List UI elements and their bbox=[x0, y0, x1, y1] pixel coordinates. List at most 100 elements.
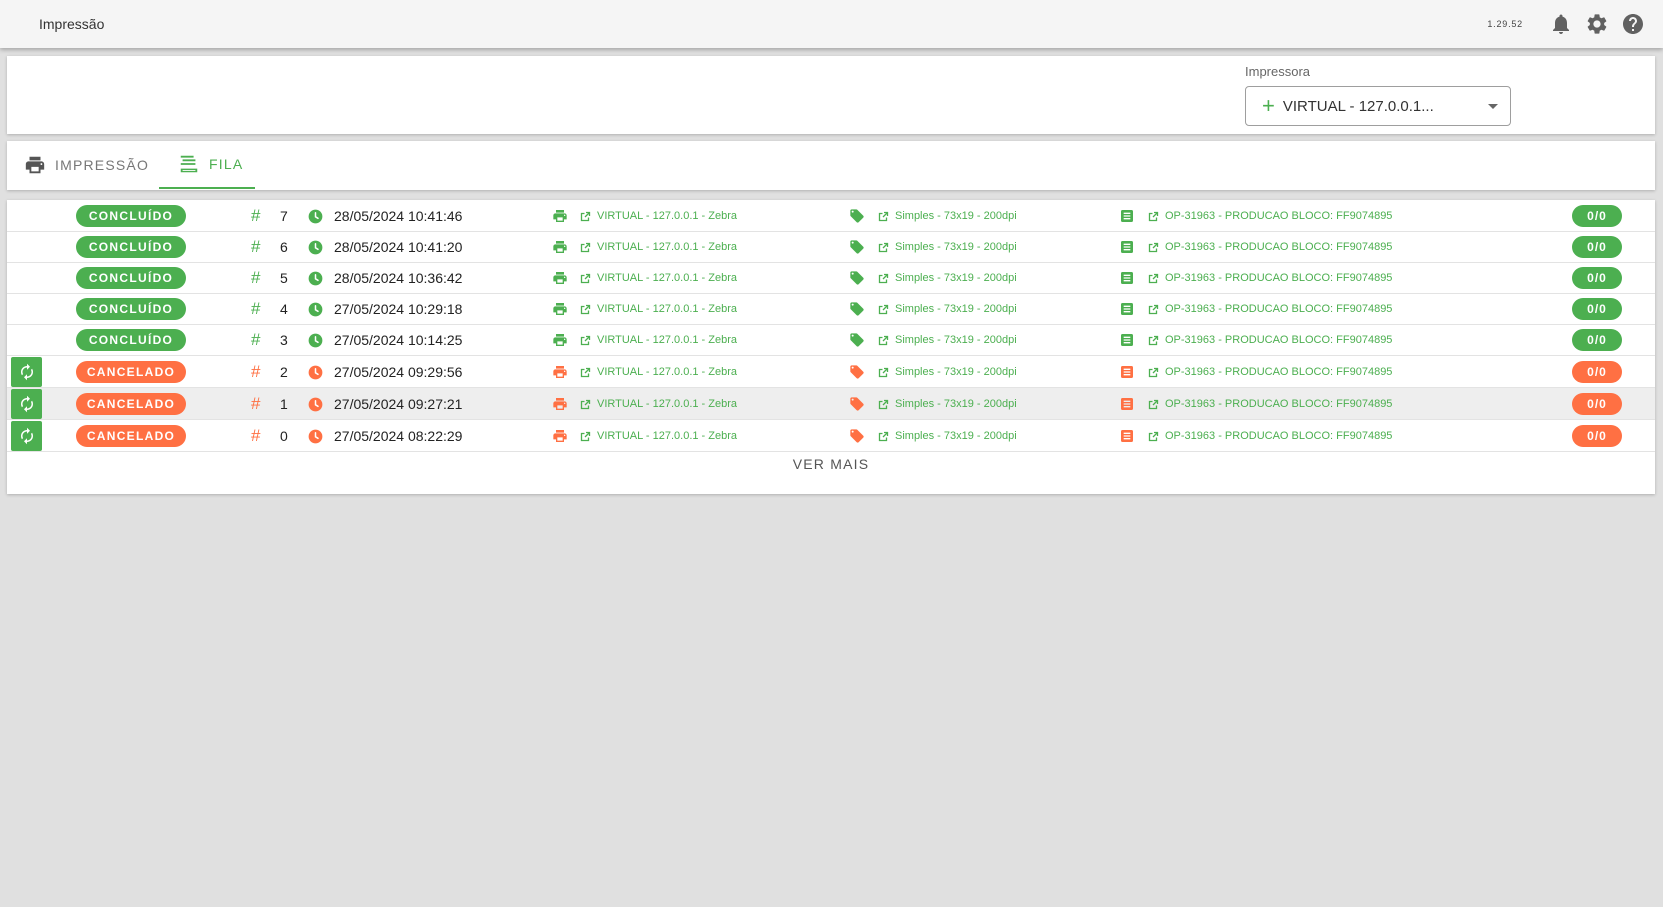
job-number: 5 bbox=[280, 270, 288, 286]
document-link[interactable]: OP-31963 - PRODUCAO BLOCO: FF9074895 bbox=[1165, 430, 1392, 442]
label-template-link[interactable]: Simples - 73x19 - 200dpi bbox=[895, 366, 1017, 378]
printer-link[interactable]: VIRTUAL - 127.0.0.1 - Zebra bbox=[597, 366, 737, 378]
job-datetime: 27/05/2024 08:22:29 bbox=[334, 428, 463, 444]
print-counter: 0/0 bbox=[1572, 425, 1622, 447]
label-template-link[interactable]: Simples - 73x19 - 200dpi bbox=[895, 210, 1017, 222]
label-template-link[interactable]: Simples - 73x19 - 200dpi bbox=[895, 303, 1017, 315]
printer-link[interactable]: VIRTUAL - 127.0.0.1 - Zebra bbox=[597, 210, 737, 222]
retry-button[interactable] bbox=[11, 421, 42, 451]
external-link-icon[interactable] bbox=[579, 366, 591, 378]
document-icon bbox=[1119, 428, 1135, 444]
printer-link[interactable]: VIRTUAL - 127.0.0.1 - Zebra bbox=[597, 241, 737, 253]
document-link[interactable]: OP-31963 - PRODUCAO BLOCO: FF9074895 bbox=[1165, 210, 1392, 222]
external-link-icon[interactable] bbox=[877, 241, 889, 253]
tag-icon bbox=[849, 364, 865, 380]
tab-fila[interactable]: FILA bbox=[159, 141, 255, 189]
printer-icon bbox=[552, 270, 568, 286]
retry-button[interactable] bbox=[11, 389, 42, 419]
document-link[interactable]: OP-31963 - PRODUCAO BLOCO: FF9074895 bbox=[1165, 241, 1392, 253]
external-link-icon[interactable] bbox=[877, 303, 889, 315]
external-link-icon[interactable] bbox=[579, 303, 591, 315]
external-link-icon[interactable] bbox=[579, 398, 591, 410]
label-template-link[interactable]: Simples - 73x19 - 200dpi bbox=[895, 272, 1017, 284]
label-template-link[interactable]: Simples - 73x19 - 200dpi bbox=[895, 241, 1017, 253]
external-link-icon[interactable] bbox=[579, 210, 591, 222]
printer-link[interactable]: VIRTUAL - 127.0.0.1 - Zebra bbox=[597, 398, 737, 410]
external-link-icon[interactable] bbox=[1147, 430, 1159, 442]
external-link-icon[interactable] bbox=[877, 210, 889, 222]
job-number: 2 bbox=[280, 364, 288, 380]
external-link-icon[interactable] bbox=[1147, 398, 1159, 410]
external-link-icon[interactable] bbox=[1147, 303, 1159, 315]
external-link-icon[interactable] bbox=[877, 430, 889, 442]
ver-mais-button[interactable]: VER MAIS bbox=[7, 456, 1655, 472]
chevron-down-icon bbox=[1488, 103, 1498, 109]
clock-icon bbox=[308, 209, 323, 224]
tab-impressao[interactable]: IMPRESSÃO bbox=[24, 141, 149, 189]
printer-icon bbox=[552, 396, 568, 412]
document-link[interactable]: OP-31963 - PRODUCAO BLOCO: FF9074895 bbox=[1165, 334, 1392, 346]
hash-icon: # bbox=[251, 330, 261, 349]
table-row: CANCELADO #1 27/05/2024 09:27:21 VIRTUAL - … bbox=[7, 388, 1655, 420]
printer-link[interactable]: VIRTUAL - 127.0.0.1 - Zebra bbox=[597, 272, 737, 284]
printer-link[interactable]: VIRTUAL - 127.0.0.1 - Zebra bbox=[597, 334, 737, 346]
clock-icon bbox=[308, 365, 323, 380]
hash-icon: # bbox=[251, 394, 261, 413]
printer-label: Impressora bbox=[1245, 64, 1311, 79]
tag-icon bbox=[849, 270, 865, 286]
label-template-link[interactable]: Simples - 73x19 - 200dpi bbox=[895, 334, 1017, 346]
clock-icon bbox=[308, 397, 323, 412]
help-icon[interactable] bbox=[1621, 12, 1645, 36]
job-datetime: 27/05/2024 09:29:56 bbox=[334, 364, 463, 380]
plus-icon: + bbox=[1262, 93, 1275, 118]
external-link-icon[interactable] bbox=[579, 430, 591, 442]
document-link[interactable]: OP-31963 - PRODUCAO BLOCO: FF9074895 bbox=[1165, 398, 1392, 410]
document-link[interactable]: OP-31963 - PRODUCAO BLOCO: FF9074895 bbox=[1165, 366, 1392, 378]
refresh-icon bbox=[18, 427, 36, 445]
document-link[interactable]: OP-31963 - PRODUCAO BLOCO: FF9074895 bbox=[1165, 303, 1392, 315]
external-link-icon[interactable] bbox=[877, 334, 889, 346]
job-number: 0 bbox=[280, 428, 288, 444]
external-link-icon[interactable] bbox=[1147, 272, 1159, 284]
table-row: CONCLUÍDO #3 27/05/2024 10:14:25 VIRTUAL - … bbox=[7, 324, 1655, 356]
document-link[interactable]: OP-31963 - PRODUCAO BLOCO: FF9074895 bbox=[1165, 272, 1392, 284]
external-link-icon[interactable] bbox=[579, 241, 591, 253]
tag-icon bbox=[849, 428, 865, 444]
version-label: 1.29.52 bbox=[1487, 19, 1523, 29]
document-icon bbox=[1119, 239, 1135, 255]
hash-icon: # bbox=[251, 426, 261, 445]
table-row: CONCLUÍDO #6 28/05/2024 10:41:20 VIRTUAL - … bbox=[7, 231, 1655, 263]
label-template-link[interactable]: Simples - 73x19 - 200dpi bbox=[895, 430, 1017, 442]
printer-icon bbox=[552, 208, 568, 224]
table-row: CONCLUÍDO #5 28/05/2024 10:36:42 VIRTUAL - … bbox=[7, 262, 1655, 294]
status-badge: CONCLUÍDO bbox=[76, 205, 186, 227]
table-row: CANCELADO #2 27/05/2024 09:29:56 VIRTUAL - … bbox=[7, 356, 1655, 388]
tab-fila-label: FILA bbox=[209, 156, 244, 172]
tag-icon bbox=[849, 332, 865, 348]
label-template-link[interactable]: Simples - 73x19 - 200dpi bbox=[895, 398, 1017, 410]
hash-icon: # bbox=[251, 362, 261, 381]
external-link-icon[interactable] bbox=[1147, 210, 1159, 222]
printer-link[interactable]: VIRTUAL - 127.0.0.1 - Zebra bbox=[597, 430, 737, 442]
printer-link[interactable]: VIRTUAL - 127.0.0.1 - Zebra bbox=[597, 303, 737, 315]
bell-icon[interactable] bbox=[1549, 12, 1573, 36]
external-link-icon[interactable] bbox=[877, 366, 889, 378]
job-datetime: 27/05/2024 10:29:18 bbox=[334, 301, 463, 317]
retry-button[interactable] bbox=[11, 357, 42, 387]
external-link-icon[interactable] bbox=[579, 272, 591, 284]
external-link-icon[interactable] bbox=[877, 398, 889, 410]
clock-icon bbox=[308, 429, 323, 444]
gear-icon[interactable] bbox=[1585, 12, 1609, 36]
app-bar-actions: 1.29.52 bbox=[1487, 10, 1645, 38]
print-counter: 0/0 bbox=[1572, 393, 1622, 415]
printer-select[interactable]: + VIRTUAL - 127.0.0.1... bbox=[1245, 86, 1511, 126]
job-datetime: 27/05/2024 10:14:25 bbox=[334, 332, 463, 348]
printer-card: Impressora + VIRTUAL - 127.0.0.1... bbox=[7, 56, 1655, 134]
job-number: 6 bbox=[280, 239, 288, 255]
external-link-icon[interactable] bbox=[1147, 366, 1159, 378]
external-link-icon[interactable] bbox=[1147, 334, 1159, 346]
external-link-icon[interactable] bbox=[1147, 241, 1159, 253]
document-icon bbox=[1119, 364, 1135, 380]
external-link-icon[interactable] bbox=[579, 334, 591, 346]
external-link-icon[interactable] bbox=[877, 272, 889, 284]
